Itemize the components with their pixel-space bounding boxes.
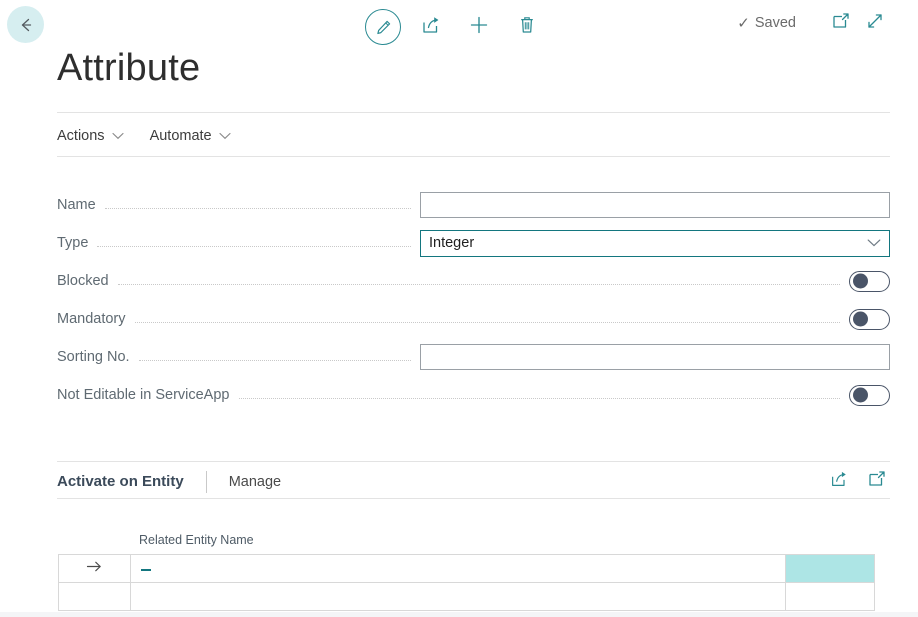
bottom-strip <box>0 612 918 617</box>
expand-diagonal-icon <box>865 11 885 36</box>
field-row-not-editable-in-serviceapp: Not Editable in ServiceApp <box>57 376 890 414</box>
back-button[interactable] <box>7 6 44 43</box>
empty-value-dash <box>141 569 151 571</box>
mandatory-toggle[interactable] <box>849 309 890 330</box>
pencil-edit-icon <box>365 9 401 45</box>
open-in-new-window-icon <box>831 11 851 36</box>
open-in-new-window-icon <box>867 469 887 494</box>
divider-under-title <box>57 112 890 113</box>
toggle-knob <box>853 388 868 403</box>
chevron-down-icon <box>219 132 231 140</box>
type-dropdown[interactable]: Integer <box>420 230 890 257</box>
actions-menu-label: Actions <box>57 128 105 144</box>
automate-menu-label: Automate <box>150 128 212 144</box>
blocked-label: Blocked <box>57 273 118 289</box>
share-button[interactable] <box>407 4 455 50</box>
arrow-right-icon <box>86 560 103 573</box>
not-editable-in-serviceapp-toggle[interactable] <box>849 385 890 406</box>
attribute-card-page: ✓ Saved <box>0 0 918 617</box>
open-in-new-window-button[interactable] <box>824 6 858 40</box>
page-title: Attribute <box>57 49 200 87</box>
chevron-down-icon[interactable] <box>867 239 881 248</box>
type-dropdown-value: Integer <box>429 235 474 251</box>
not-editable-in-serviceapp-label: Not Editable in ServiceApp <box>57 387 239 403</box>
share-icon <box>829 469 849 494</box>
chevron-down-icon <box>112 132 124 140</box>
attribute-form: Name Type Integer Blocke <box>57 186 890 414</box>
top-toolbar: ✓ Saved <box>0 0 918 54</box>
related-entity-grid <box>58 554 875 611</box>
field-row-type: Type Integer <box>57 224 890 262</box>
row-indicator-cell[interactable] <box>59 583 131 611</box>
field-row-mandatory: Mandatory <box>57 300 890 338</box>
table-row[interactable] <box>59 583 875 611</box>
cell-trailing[interactable] <box>786 583 875 611</box>
divider-under-subsection <box>57 498 890 499</box>
edit-button[interactable] <box>359 4 407 50</box>
type-label: Type <box>57 235 97 251</box>
subsection-share-button[interactable] <box>826 469 852 495</box>
subsection-icon-group <box>826 469 890 495</box>
cell-related-entity-name[interactable] <box>131 583 786 611</box>
new-button[interactable] <box>455 4 503 50</box>
sorting-no-label: Sorting No. <box>57 349 139 365</box>
dotted-leader <box>97 246 411 247</box>
secondary-actions-group: ✓ Saved <box>737 6 892 40</box>
tab-activate-on-entity[interactable]: Activate on Entity <box>57 473 184 490</box>
actions-menu[interactable]: Actions <box>57 128 124 144</box>
divider-above-subsection <box>57 461 890 462</box>
tab-divider <box>206 471 207 493</box>
mandatory-label: Mandatory <box>57 311 135 327</box>
toggle-knob <box>853 312 868 327</box>
field-row-blocked: Blocked <box>57 262 890 300</box>
expand-button[interactable] <box>858 6 892 40</box>
divider-under-action-bar <box>57 156 890 157</box>
cell-related-entity-name[interactable] <box>131 555 786 583</box>
dotted-leader <box>105 208 411 209</box>
delete-button[interactable] <box>503 4 551 50</box>
row-indicator-cell[interactable] <box>59 555 131 583</box>
sorting-no-input[interactable] <box>420 344 890 370</box>
plus-icon <box>468 14 490 41</box>
status-badge: ✓ Saved <box>737 15 796 31</box>
blocked-toggle[interactable] <box>849 271 890 292</box>
tab-manage[interactable]: Manage <box>229 474 281 490</box>
arrow-left-icon <box>16 15 36 35</box>
dotted-leader <box>239 398 841 399</box>
dotted-leader <box>135 322 840 323</box>
subsection-open-in-new-window-button[interactable] <box>864 469 890 495</box>
field-row-sorting-no: Sorting No. <box>57 338 890 376</box>
cell-trailing-highlighted[interactable] <box>786 555 875 583</box>
name-input[interactable] <box>420 192 890 218</box>
table-row[interactable] <box>59 555 875 583</box>
dotted-leader <box>118 284 840 285</box>
action-menu-bar: Actions Automate <box>57 122 890 150</box>
field-row-name: Name <box>57 186 890 224</box>
saved-label: Saved <box>755 15 796 31</box>
column-header-related-entity-name: Related Entity Name <box>139 533 254 547</box>
automate-menu[interactable]: Automate <box>150 128 231 144</box>
trash-delete-icon <box>516 14 538 41</box>
toggle-knob <box>853 274 868 289</box>
subsection-tabbar: Activate on Entity Manage <box>57 466 890 497</box>
check-icon: ✓ <box>737 16 750 31</box>
primary-actions-group <box>359 4 551 50</box>
share-icon <box>420 14 442 41</box>
name-label: Name <box>57 197 105 213</box>
dotted-leader <box>139 360 411 361</box>
